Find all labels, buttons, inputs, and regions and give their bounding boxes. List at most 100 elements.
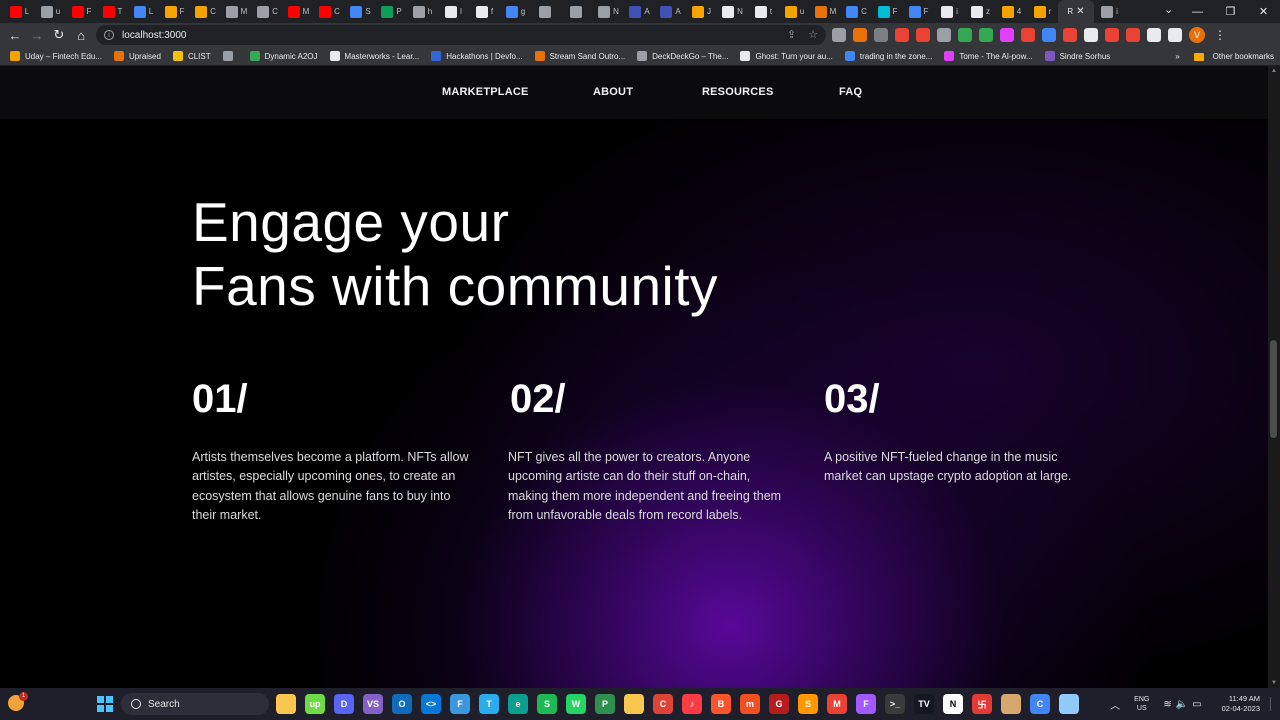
active-browser-tab[interactable]: R ✕ <box>1058 0 1094 23</box>
browser-tab[interactable]: F <box>903 0 934 23</box>
app-red-icon[interactable]: 卐 <box>972 694 992 714</box>
browser-tab[interactable]: F <box>66 0 97 23</box>
extension-icon[interactable] <box>895 28 909 42</box>
extension-icon[interactable] <box>1063 28 1077 42</box>
browser-tab[interactable]: t <box>748 0 779 23</box>
address-bar[interactable]: i localhost:3000 ⇪ ☆ <box>96 25 826 45</box>
browser-tab[interactable]: N <box>593 0 624 23</box>
bookmark-item[interactable]: DeckDeckGo – The... <box>637 51 728 61</box>
network-volume-battery-icons[interactable]: ≋🔈▭ <box>1163 699 1205 710</box>
extension-icon[interactable] <box>1021 28 1035 42</box>
vscode-icon[interactable]: <> <box>421 694 441 714</box>
scroll-up-icon[interactable]: ▲ <box>1270 68 1278 74</box>
bookmark-item[interactable]: trading in the zone... <box>844 51 932 61</box>
clock[interactable]: 11:49 AM 02-04-2023 <box>1222 694 1260 714</box>
browser-tab[interactable]: M <box>221 0 252 23</box>
profile-avatar[interactable]: V <box>1189 27 1205 43</box>
language-indicator[interactable]: ENG US <box>1134 695 1149 713</box>
bookmark-item[interactable]: Upraised <box>113 51 161 61</box>
package-icon[interactable] <box>1001 694 1021 714</box>
figma-icon[interactable]: F <box>856 694 876 714</box>
edge-icon[interactable]: e <box>508 694 528 714</box>
more-bookmarks-icon[interactable]: » <box>1175 52 1179 61</box>
whatsapp-icon[interactable]: W <box>566 694 586 714</box>
brave-icon[interactable]: B <box>711 694 731 714</box>
browser-tab[interactable]: C <box>314 0 345 23</box>
weather-widget[interactable]: 1 <box>8 692 28 711</box>
bookmark-star-icon[interactable]: ☆ <box>808 28 818 41</box>
bookmark-item[interactable]: Hackathons | Devfo... <box>431 51 523 61</box>
browser-tab[interactable]: h <box>407 0 438 23</box>
browser-tab[interactable]: i <box>934 0 965 23</box>
extension-icon[interactable] <box>1000 28 1014 42</box>
browser-tab[interactable]: g <box>500 0 531 23</box>
close-window-icon[interactable]: ✕ <box>1247 5 1280 18</box>
extension-icon[interactable] <box>937 28 951 42</box>
extension-icon[interactable] <box>1042 28 1056 42</box>
back-icon[interactable]: ← <box>4 28 26 43</box>
terminal-icon[interactable]: >_ <box>885 694 905 714</box>
discord-icon[interactable]: D <box>334 694 354 714</box>
unknown-icon[interactable] <box>1059 694 1079 714</box>
bookmark-item[interactable]: Ghost: Turn your au... <box>740 51 833 61</box>
spotify-icon[interactable]: S <box>537 694 557 714</box>
music-icon[interactable]: ♪ <box>682 694 702 714</box>
home-icon[interactable]: ⌂ <box>70 28 92 43</box>
extension-icon[interactable] <box>979 28 993 42</box>
upwork-icon[interactable]: up <box>305 694 325 714</box>
browser-tab[interactable]: L <box>128 0 159 23</box>
browser-tab[interactable]: u <box>779 0 810 23</box>
browser-tab[interactable]: i <box>1094 0 1120 23</box>
nav-marketplace[interactable]: MARKETPLACE <box>442 86 529 98</box>
browser-tab[interactable] <box>562 0 593 23</box>
browser-tab[interactable]: C <box>190 0 221 23</box>
browser-tab[interactable]: 4 <box>996 0 1027 23</box>
sublime-icon[interactable]: S <box>798 694 818 714</box>
browser-tab[interactable] <box>531 0 562 23</box>
minimize-icon[interactable]: — <box>1181 6 1214 18</box>
visual-studio-icon[interactable]: VS <box>363 694 383 714</box>
reload-icon[interactable]: ↻ <box>48 27 70 43</box>
browser-tab[interactable]: C <box>841 0 872 23</box>
bookmark-item[interactable]: Masterworks - Lear... <box>329 51 419 61</box>
browser-tab[interactable]: M <box>283 0 314 23</box>
share-icon[interactable]: ⇪ <box>787 28 796 41</box>
maximize-icon[interactable]: ❐ <box>1214 5 1247 18</box>
notion-icon[interactable]: N <box>943 694 963 714</box>
page-scrollbar[interactable]: ▲ ▼ <box>1268 66 1280 688</box>
nav-resources[interactable]: RESOURCES <box>702 86 773 98</box>
nav-faq[interactable]: FAQ <box>839 86 862 98</box>
extension-icon[interactable] <box>853 28 867 42</box>
file-explorer-icon[interactable] <box>276 694 296 714</box>
mail-icon[interactable]: m <box>740 694 760 714</box>
tab-search-icon[interactable]: ⌄ <box>1164 3 1173 16</box>
extension-icon[interactable] <box>1126 28 1140 42</box>
extension-icon[interactable] <box>874 28 888 42</box>
taskbar-search[interactable]: Search <box>121 693 269 715</box>
windows-start-icon[interactable] <box>97 696 113 712</box>
browser-menu-icon[interactable]: ⋮ <box>1214 28 1226 42</box>
chrome-2-icon[interactable]: C <box>1030 694 1050 714</box>
browser-tab[interactable]: I <box>438 0 469 23</box>
bookmark-item[interactable]: Uday – Fintech Edu... <box>10 51 102 61</box>
browser-tab[interactable]: S <box>345 0 376 23</box>
close-tab-icon[interactable]: ✕ <box>1076 6 1084 17</box>
browser-tab[interactable]: J <box>686 0 717 23</box>
show-desktop[interactable] <box>1270 697 1278 711</box>
browser-tab[interactable]: u <box>35 0 66 23</box>
browser-tab[interactable]: L <box>4 0 35 23</box>
bookmark-item[interactable]: Dynamic A2OJ <box>249 51 318 61</box>
feather-icon[interactable]: F <box>450 694 470 714</box>
browser-tab[interactable]: M <box>810 0 841 23</box>
bookmark-item[interactable]: CLIST <box>172 51 211 61</box>
browser-tab[interactable]: T <box>97 0 128 23</box>
browser-tab[interactable]: P <box>376 0 407 23</box>
bookmark-item[interactable]: Tome - The AI-pow... <box>944 51 1033 61</box>
photos-icon[interactable]: P <box>595 694 615 714</box>
scrollbar-thumb[interactable] <box>1270 340 1277 438</box>
bookmark-item[interactable] <box>222 51 238 61</box>
browser-tab[interactable]: z <box>965 0 996 23</box>
tradingview-icon[interactable]: TV <box>914 694 934 714</box>
extension-icon[interactable] <box>832 28 846 42</box>
bookmark-item[interactable]: Stream Sand Outro... <box>534 51 625 61</box>
